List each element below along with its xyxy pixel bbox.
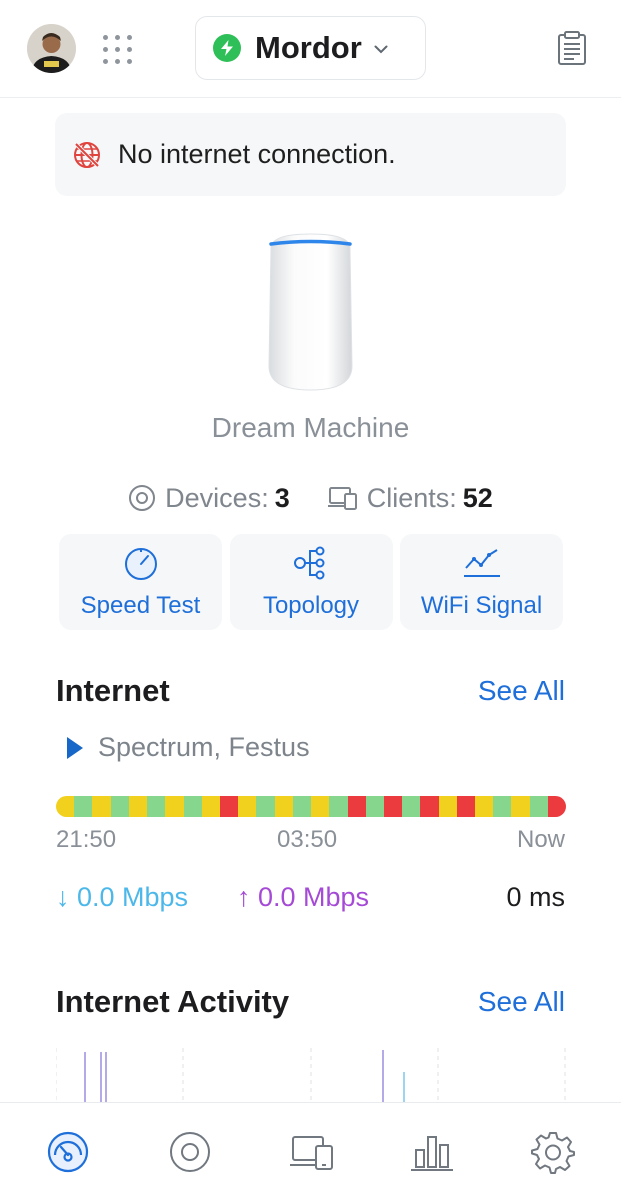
uptime-bar[interactable] [56, 796, 566, 817]
site-selector[interactable]: Mordor [195, 16, 426, 80]
internet-activity-title: Internet Activity [56, 984, 290, 1019]
devices-stat[interactable]: Devices: 3 [128, 483, 290, 514]
isp-name: Spectrum, Festus [98, 732, 310, 762]
wifi-signal-label: WiFi Signal [420, 592, 543, 619]
uptime-segment [529, 796, 548, 817]
devices-label: Devices: [165, 482, 269, 513]
top-bar: Mordor [0, 0, 621, 98]
uptime-segment [365, 796, 384, 817]
uptime-segment [165, 796, 184, 817]
activity-chart[interactable] [56, 1048, 566, 1102]
isp-row[interactable]: Spectrum, Festus [66, 732, 310, 763]
no-internet-banner[interactable]: No internet connection. [55, 113, 566, 196]
clients-count: 52 [462, 482, 493, 513]
no-internet-globe-icon [74, 141, 100, 168]
latency: 0 ms [506, 882, 565, 912]
wifi-signal-chart-icon [463, 549, 500, 577]
device-name: Dream Machine [211, 412, 410, 443]
uptime-segment [56, 796, 75, 817]
chevron-down-icon [374, 45, 388, 53]
time-label-start: 21:50 [56, 826, 117, 853]
insights-icon [411, 1136, 453, 1171]
dashboard-icon [47, 1131, 89, 1173]
uptime-segment [475, 796, 494, 817]
clients-label: Clients: [366, 482, 457, 513]
topology-icon [294, 546, 325, 580]
uptime-segment [438, 796, 457, 817]
uptime-segment [219, 796, 239, 817]
clients-icon [327, 487, 357, 510]
avatar[interactable] [27, 24, 76, 73]
settings-icon [531, 1132, 575, 1174]
uptime-segment [292, 796, 312, 817]
topology-button[interactable]: Topology [229, 534, 393, 630]
time-label-mid: 03:50 [277, 826, 338, 853]
uptime-segment [201, 796, 220, 817]
uptime-segment [74, 796, 93, 817]
uptime-segment [311, 796, 330, 817]
internet-see-all-link[interactable]: See All [478, 675, 565, 707]
site-status-icon [213, 34, 241, 62]
notes-icon[interactable] [554, 30, 590, 66]
devices-icon [129, 485, 156, 511]
uptime-segment [402, 796, 421, 817]
uptime-segment [238, 796, 257, 817]
devices-icon [170, 1132, 210, 1172]
tab-clients[interactable] [288, 1128, 336, 1176]
speed-test-label: Speed Test [80, 592, 201, 619]
internet-title: Internet [56, 673, 170, 708]
upload-speed: ↑ 0.0 Mbps [237, 882, 370, 912]
site-name: Mordor [255, 30, 362, 65]
apps-grid-icon[interactable] [99, 31, 135, 67]
speedometer-icon [124, 548, 157, 580]
uptime-segment [183, 796, 202, 817]
uptime-segment [420, 796, 439, 817]
avatar-photo [27, 24, 76, 73]
bottom-tab-bar [0, 1102, 621, 1200]
uptime-segment [110, 796, 129, 817]
topology-label: Topology [262, 592, 360, 619]
tab-insights[interactable] [408, 1128, 456, 1176]
time-label-end: Now [516, 826, 565, 853]
clients-stat[interactable]: Clients: 52 [327, 482, 493, 514]
tab-dashboard[interactable] [44, 1128, 92, 1176]
clients-icon [290, 1136, 333, 1170]
device-stats: Devices: 3 Clients: 52 [0, 478, 621, 518]
wifi-signal-button[interactable]: WiFi Signal [400, 534, 563, 630]
quick-actions: Speed Test Topology WiFi Signal [59, 534, 563, 630]
uptime-segment [383, 796, 403, 817]
tab-settings[interactable] [529, 1128, 577, 1176]
speed-test-button[interactable]: Speed Test [59, 534, 222, 630]
play-arrow-icon [67, 736, 83, 759]
uptime-segment [92, 796, 111, 817]
uptime-segment [493, 796, 512, 817]
uptime-segment [329, 796, 348, 817]
uptime-segment [274, 796, 293, 817]
activity-see-all-link[interactable]: See All [478, 986, 565, 1018]
banner-text: No internet connection. [118, 139, 396, 169]
uptime-segment [511, 796, 530, 817]
devices-count: 3 [274, 482, 290, 513]
uptime-segment [547, 796, 566, 817]
tab-devices[interactable] [166, 1128, 214, 1176]
uptime-segment [147, 796, 166, 817]
dream-machine-image[interactable] [263, 230, 358, 392]
uptime-segment [256, 796, 275, 817]
uptime-segment [456, 796, 476, 817]
download-speed: ↓ 0.0 Mbps [56, 882, 189, 912]
uptime-segment [128, 796, 148, 817]
uptime-segment [347, 796, 366, 817]
